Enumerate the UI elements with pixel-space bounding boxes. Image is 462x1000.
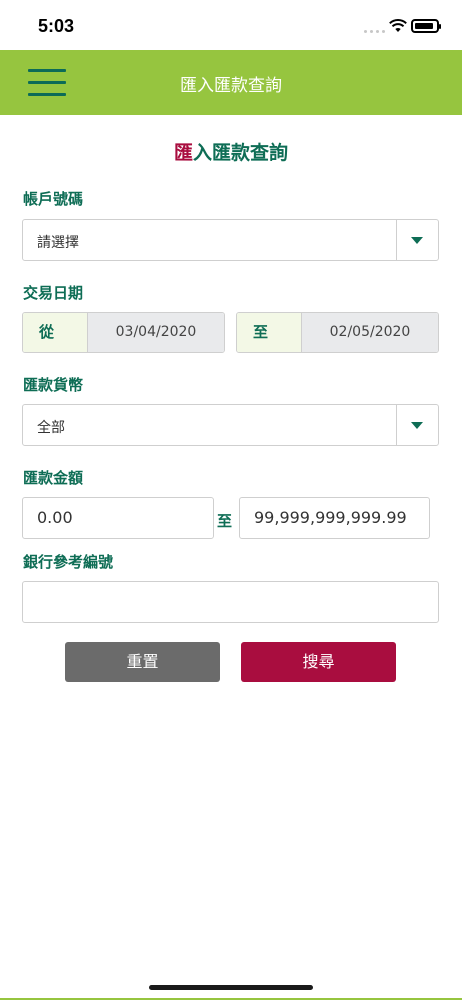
currency-select[interactable]: 全部 [22, 404, 439, 446]
date-to-value[interactable]: 02/05/2020 [302, 313, 438, 352]
chevron-down-icon[interactable] [396, 220, 438, 260]
battery-icon [411, 19, 441, 33]
status-time: 5:03 [38, 16, 75, 36]
amount-range-separator: 至 [217, 512, 233, 530]
page-title-rest: 入匯款查詢 [193, 142, 289, 164]
date-from-prefix: 從 [23, 313, 88, 352]
amount-label: 匯款金額 [23, 469, 84, 487]
reference-input[interactable] [22, 581, 439, 623]
date-to-field[interactable]: 至 02/05/2020 [236, 312, 439, 353]
reference-label: 銀行參考編號 [23, 553, 114, 571]
account-select[interactable]: 請選擇 [22, 219, 439, 261]
account-label: 帳戶號碼 [23, 190, 84, 208]
status-bar: 5:03 [0, 0, 462, 50]
page-title-accent: 匯 [173, 142, 193, 164]
currency-label: 匯款貨幣 [23, 376, 84, 394]
wifi-icon [389, 19, 407, 32]
app-header: 匯入匯款查詢 [0, 50, 462, 115]
currency-select-value: 全部 [37, 420, 65, 436]
account-select-value: 請選擇 [37, 235, 79, 251]
amount-min-input[interactable]: 0.00 [22, 497, 214, 539]
home-indicator [149, 985, 313, 990]
header-title: 匯入匯款查詢 [180, 76, 282, 96]
page-title: 匯入匯款查詢 [0, 138, 462, 165]
chevron-down-icon[interactable] [396, 405, 438, 445]
signal-icon [364, 30, 385, 33]
amount-max-input[interactable]: 99,999,999,999.99 [239, 497, 430, 539]
date-from-field[interactable]: 從 03/04/2020 [22, 312, 225, 353]
reset-button[interactable]: 重置 [65, 642, 220, 682]
search-button[interactable]: 搜尋 [241, 642, 396, 682]
date-label: 交易日期 [23, 284, 84, 302]
date-to-prefix: 至 [237, 313, 302, 352]
date-from-value[interactable]: 03/04/2020 [88, 313, 224, 352]
